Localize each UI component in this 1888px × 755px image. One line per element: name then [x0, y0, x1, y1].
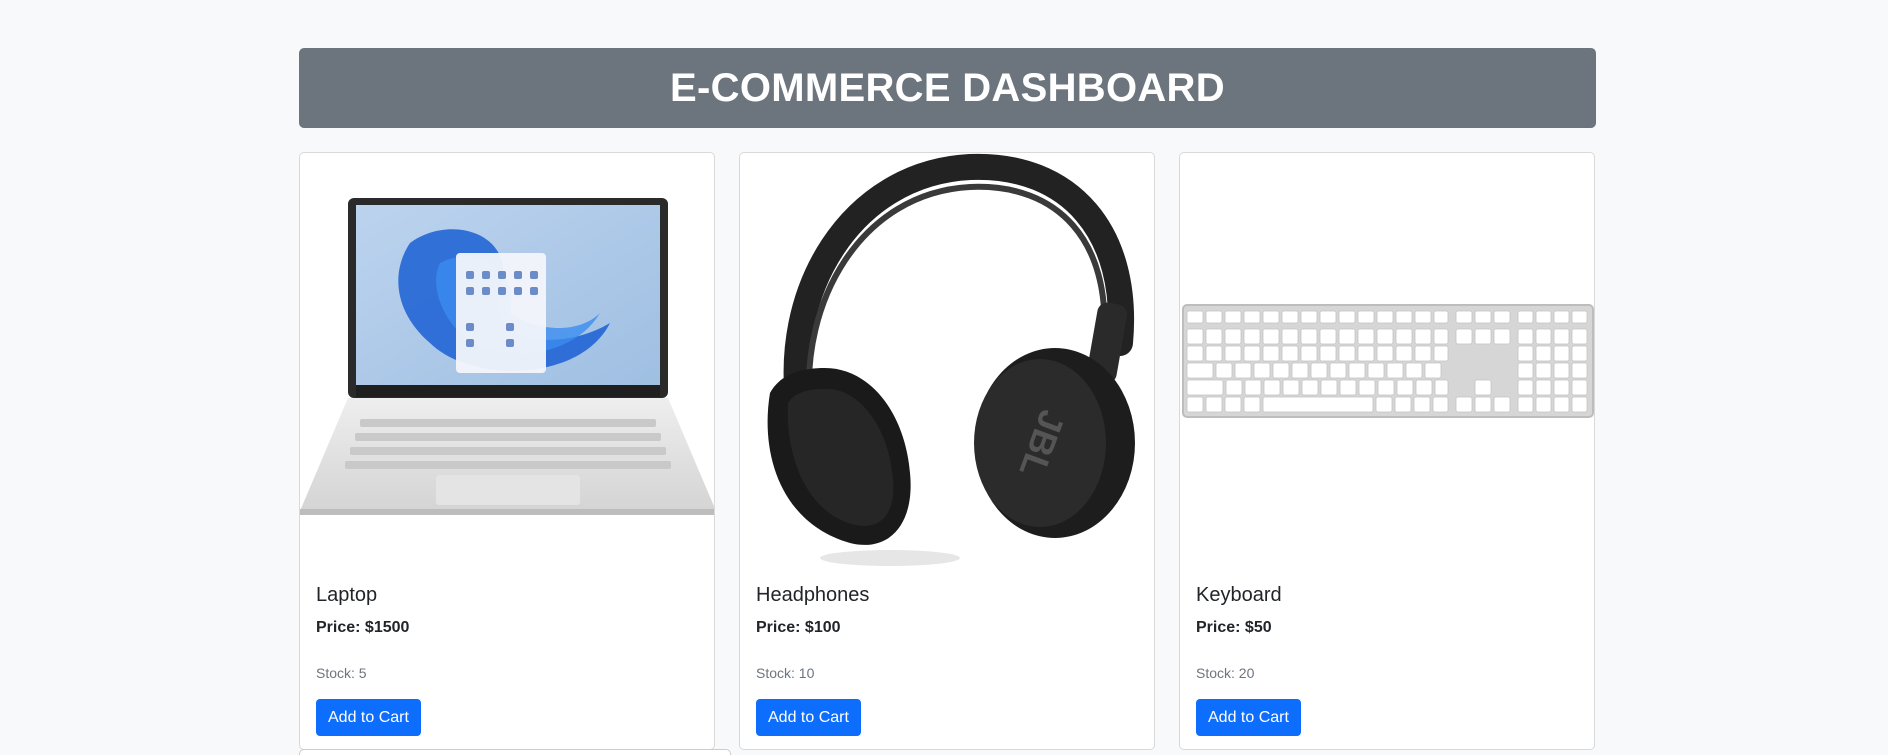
keyboard-image	[1180, 153, 1594, 577]
product-name: Headphones	[756, 584, 870, 606]
headphones-icon: JBL	[767, 153, 1135, 566]
add-to-cart-button[interactable]: Add to Cart	[1196, 699, 1301, 736]
page-title: E-COMMERCE DASHBOARD	[670, 65, 1225, 110]
headphones-image: JBL	[740, 153, 1154, 577]
product-price: Price: $50	[1196, 619, 1272, 636]
product-stock: Stock: 20	[1196, 665, 1255, 681]
card-body: Headphones Price: $100 Stock: 10 Add to …	[740, 584, 1154, 736]
laptop-icon	[300, 198, 714, 515]
laptop-image	[300, 153, 714, 577]
product-card-keyboard: Keyboard Price: $50 Stock: 20 Add to Car…	[1179, 152, 1595, 750]
add-to-cart-button[interactable]: Add to Cart	[756, 699, 861, 736]
card-body: Laptop Price: $1500 Stock: 5 Add to Cart	[300, 584, 714, 736]
dashboard-container: E-COMMERCE DASHBOARD Laptop Price: $1500…	[299, 48, 1596, 750]
product-name: Keyboard	[1196, 584, 1282, 606]
dashboard-header: E-COMMERCE DASHBOARD	[299, 48, 1596, 128]
product-name: Laptop	[316, 584, 378, 606]
product-grid: Laptop Price: $1500 Stock: 5 Add to Cart…	[299, 152, 1596, 750]
product-card-laptop: Laptop Price: $1500 Stock: 5 Add to Cart	[299, 152, 715, 750]
keyboard-icon	[1182, 304, 1594, 418]
product-stock: Stock: 10	[756, 665, 815, 681]
product-price: Price: $100	[756, 619, 841, 636]
product-card-partial	[299, 749, 731, 755]
product-card-headphones: JBL Headphones Price: $100 Stock: 10 Add…	[739, 152, 1155, 750]
product-stock: Stock: 5	[316, 665, 367, 681]
add-to-cart-button[interactable]: Add to Cart	[316, 699, 421, 736]
card-body: Keyboard Price: $50 Stock: 20 Add to Car…	[1180, 584, 1594, 736]
product-price: Price: $1500	[316, 619, 410, 636]
